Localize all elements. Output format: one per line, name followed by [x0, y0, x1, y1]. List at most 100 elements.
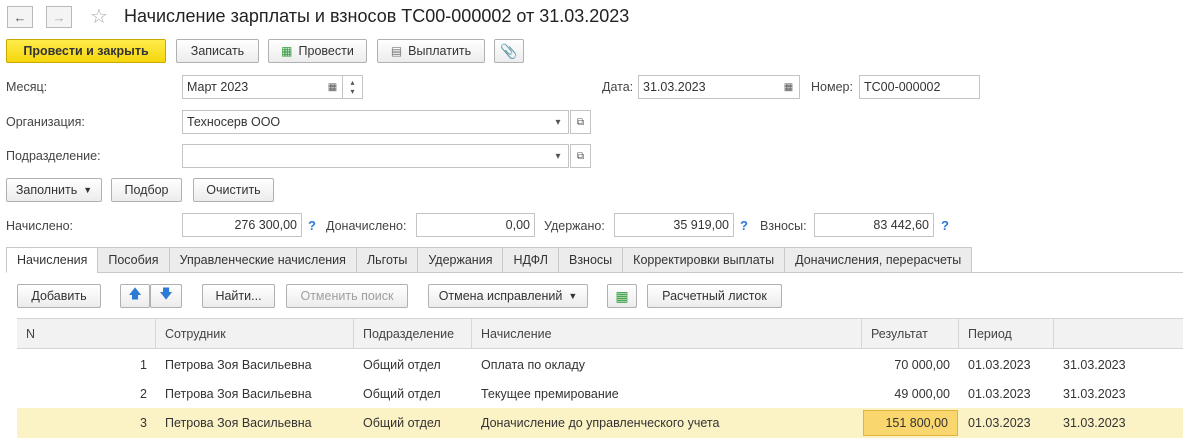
write-button[interactable]: Записать	[176, 39, 259, 63]
star-icon[interactable]: ☆	[90, 4, 108, 29]
date-field[interactable]: 31.03.2023	[638, 75, 779, 99]
attach-button[interactable]: 📎	[494, 39, 524, 63]
tab-recalculations[interactable]: Доначисления, перерасчеты	[784, 247, 973, 273]
cancel-fixes-button[interactable]: Отмена исправлений ▼	[428, 284, 588, 308]
column-header-employee[interactable]: Сотрудник	[156, 319, 354, 348]
add-button[interactable]: Добавить	[17, 284, 101, 308]
dropdown-icon: ▾	[555, 150, 561, 162]
month-label: Месяц:	[6, 80, 48, 94]
cancel-fixes-label: Отмена исправлений	[438, 289, 563, 303]
forward-button[interactable]: →	[46, 6, 72, 28]
arrow-left-icon: ←	[13, 9, 27, 25]
department-open-button[interactable]: ⧉	[570, 144, 591, 168]
column-header-accrual[interactable]: Начисление	[472, 319, 862, 348]
cell-accrual: Текущее премирование	[481, 386, 619, 401]
table-add-icon: ▦	[615, 287, 629, 304]
cell-period-end: 31.03.2023	[1063, 416, 1126, 430]
month-spin-button[interactable]: ▴ ▾	[343, 75, 363, 99]
pay-document-icon: ▤	[390, 44, 403, 58]
cell-accrual: Оплата по окладу	[481, 357, 586, 372]
tab-contributions[interactable]: Взносы	[557, 247, 624, 273]
column-header-period[interactable]: Период	[959, 319, 1054, 348]
cell-department: Общий отдел	[363, 386, 441, 401]
column-header-result[interactable]: Результат	[862, 319, 959, 348]
column-header-n[interactable]: N	[17, 319, 156, 348]
department-label: Подразделение:	[6, 149, 101, 163]
accrued-label: Начислено:	[6, 219, 74, 233]
organization-dropdown-button[interactable]: ▾	[548, 110, 569, 134]
column-header-period-end[interactable]	[1054, 319, 1183, 348]
spin-down-icon: ▾	[350, 87, 355, 96]
cell-period-end: 31.03.2023	[1063, 357, 1126, 372]
organization-label: Организация:	[6, 115, 85, 129]
cell-period-start: 01.03.2023	[968, 416, 1031, 430]
clear-button[interactable]: Очистить	[193, 178, 274, 202]
calendar-icon: ▦	[783, 81, 794, 93]
cell-employee: Петрова Зоя Васильевна	[165, 386, 312, 401]
pay-button[interactable]: ▤ Выплатить	[377, 39, 485, 63]
pick-button[interactable]: Подбор	[111, 178, 182, 202]
cell-result: 70 000,00	[894, 357, 950, 372]
tab-ndfl[interactable]: НДФЛ	[502, 247, 559, 273]
open-link-icon: ⧉	[576, 150, 585, 162]
withheld-label: Удержано:	[544, 219, 605, 233]
arrow-right-icon: →	[52, 9, 66, 25]
cell-employee: Петрова Зоя Васильевна	[165, 416, 312, 430]
department-field[interactable]	[182, 144, 549, 168]
post-button-label: Провести	[298, 44, 354, 58]
number-label: Номер:	[811, 80, 853, 94]
organization-field[interactable]: Техносерв ООО	[182, 110, 549, 134]
find-button[interactable]: Найти...	[202, 284, 275, 308]
contributions-help-icon[interactable]: ?	[941, 218, 949, 233]
tab-payment-corrections[interactable]: Корректировки выплаты	[622, 247, 786, 273]
department-dropdown-button[interactable]: ▾	[548, 144, 569, 168]
table-row-selected[interactable]: 3 Петрова Зоя Васильевна Общий отдел Дон…	[17, 408, 1183, 438]
cell-period-end: 31.03.2023	[1063, 386, 1126, 401]
cell-department: Общий отдел	[363, 357, 441, 372]
extra-accrued-field: 0,00	[416, 213, 535, 237]
tab-benefits[interactable]: Пособия	[97, 247, 170, 273]
accrued-help-icon[interactable]: ?	[308, 218, 316, 233]
post-and-close-button[interactable]: Провести и закрыть	[6, 39, 166, 63]
tab-management-accruals[interactable]: Управленческие начисления	[168, 247, 357, 273]
payslip-button[interactable]: Расчетный листок	[647, 284, 782, 308]
cell-result-focused[interactable]: 151 800,00	[863, 410, 958, 436]
organization-open-button[interactable]: ⧉	[570, 110, 591, 134]
chevron-down-icon: ▼	[568, 291, 578, 301]
month-calendar-button[interactable]: ▦	[323, 75, 343, 99]
back-button[interactable]: ←	[7, 6, 33, 28]
arrow-down-icon: 🡇	[159, 286, 173, 301]
cell-n: 2	[140, 386, 147, 401]
cancel-search-button[interactable]: Отменить поиск	[286, 284, 408, 308]
table-header: N Сотрудник Подразделение Начисление Рез…	[17, 318, 1183, 349]
table-row[interactable]: 1 Петрова Зоя Васильевна Общий отдел Опл…	[17, 350, 1183, 379]
fill-button-label: Заполнить	[15, 183, 78, 197]
tab-deductions[interactable]: Удержания	[417, 247, 504, 273]
cell-result: 49 000,00	[894, 386, 950, 401]
tab-privileges[interactable]: Льготы	[355, 247, 419, 273]
spin-up-icon: ▴	[350, 78, 355, 87]
month-field[interactable]: Март 2023	[182, 75, 324, 99]
date-calendar-button[interactable]: ▦	[778, 75, 800, 99]
move-up-button[interactable]: 🡅	[120, 284, 150, 308]
cell-accrual: Доначисление до управленческого учета	[481, 416, 720, 430]
tab-accruals[interactable]: Начисления	[6, 247, 99, 273]
withheld-help-icon[interactable]: ?	[740, 218, 748, 233]
add-from-table-button[interactable]: ▦	[607, 284, 637, 308]
number-field[interactable]: ТС00-000002	[859, 75, 980, 99]
cell-n: 3	[140, 416, 147, 430]
paperclip-icon: 📎	[500, 42, 518, 59]
calendar-icon: ▦	[327, 81, 338, 93]
table-row[interactable]: 2 Петрова Зоя Васильевна Общий отдел Тек…	[17, 379, 1183, 408]
column-header-department[interactable]: Подразделение	[354, 319, 472, 348]
move-down-button[interactable]: 🡇	[150, 284, 182, 308]
pay-button-label: Выплатить	[408, 44, 472, 58]
cell-n: 1	[140, 357, 147, 372]
cell-department: Общий отдел	[363, 416, 441, 430]
cell-period-start: 01.03.2023	[968, 386, 1031, 401]
post-button[interactable]: ▦ Провести	[268, 39, 367, 63]
cell-employee: Петрова Зоя Васильевна	[165, 357, 312, 372]
extra-accrued-label: Доначислено:	[326, 219, 407, 233]
open-link-icon: ⧉	[576, 116, 585, 128]
fill-button[interactable]: Заполнить ▼	[6, 178, 102, 202]
